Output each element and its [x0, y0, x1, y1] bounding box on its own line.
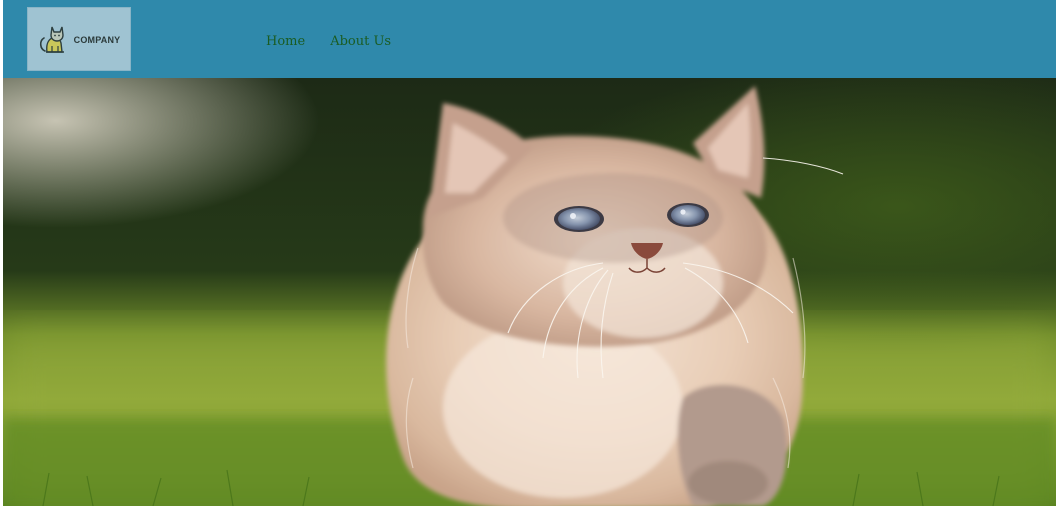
site-header: COMPANY Home About Us	[3, 0, 1056, 78]
nav-link-home[interactable]: Home	[266, 34, 305, 49]
nav-link-about-us[interactable]: About Us	[330, 34, 391, 49]
hero-kitten-image	[3, 78, 1056, 506]
logo-text: COMPANY	[73, 35, 121, 45]
kitten-photo	[3, 78, 1056, 506]
company-logo[interactable]: COMPANY	[27, 7, 131, 71]
main-nav: Home About Us	[266, 34, 391, 49]
page: COMPANY Home About Us	[0, 0, 1056, 506]
cat-icon	[39, 26, 64, 53]
